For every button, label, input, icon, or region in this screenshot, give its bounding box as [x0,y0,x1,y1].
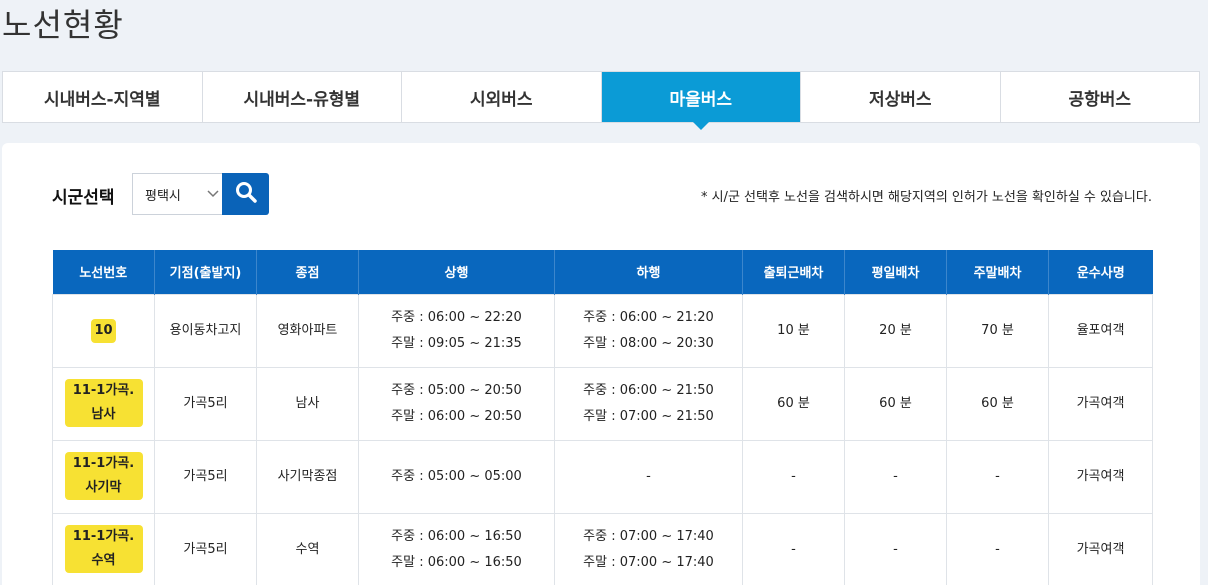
col-weekend-interval: 주말배차 [946,250,1049,294]
col-route-number: 노선번호 [52,250,155,294]
col-rush-interval: 출퇴근배차 [742,250,845,294]
end-cell: 남사 [256,366,359,441]
col-start: 기점(출발지) [154,250,257,294]
page-title: 노선현황 [2,6,124,44]
tab-city-bus-region[interactable]: 시내버스-지역별 [3,72,203,122]
route-number-badge[interactable]: 11-1가곡.수역 [64,525,143,573]
search-button[interactable] [222,173,269,215]
route-number-badge[interactable]: 11-1가곡.남사 [64,379,143,427]
table-row: 11-1가곡.사기막 가곡5리 사기막종점 주중 : 05:00 ~ 05:00… [52,439,1153,514]
rush-cell: - [742,439,845,514]
start-cell: 가곡5리 [154,512,257,585]
down-cell: 주중 : 06:00 ~ 21:20 주말 : 08:00 ~ 20:30 [554,293,743,368]
route-type-tabs: 시내버스-지역별 시내버스-유형별 시외버스 마을버스 저상버스 공항버스 [2,71,1200,123]
col-down: 하행 [554,250,743,294]
route-number-badge[interactable]: 10 [91,318,116,343]
tab-low-floor-bus[interactable]: 저상버스 [801,72,1001,122]
tab-city-bus-type[interactable]: 시내버스-유형별 [203,72,402,122]
company-cell: 율포여객 [1048,293,1153,368]
tab-airport-bus[interactable]: 공항버스 [1001,72,1200,122]
company-cell: 가곡여객 [1048,366,1153,441]
table-row: 11-1가곡.남사 가곡5리 남사 주중 : 05:00 ~ 20:50 주말 :… [52,366,1153,441]
tab-village-bus[interactable]: 마을버스 [601,72,801,122]
route-table: 노선번호 기점(출발지) 종점 상행 하행 출퇴근배차 평일배차 주말배차 운수… [52,250,1153,585]
weekend-cell: 70 분 [946,293,1049,368]
weekend-cell: 60 분 [946,366,1049,441]
search-icon [235,181,257,207]
up-cell: 주중 : 06:00 ~ 22:20 주말 : 09:05 ~ 21:35 [358,293,555,368]
region-filter-label: 시군선택 [52,188,115,208]
route-number-badge[interactable]: 11-1가곡.사기막 [64,452,143,500]
region-select-value: 평택시 [145,188,181,204]
tab-intercity-bus[interactable]: 시외버스 [402,72,602,122]
up-cell: 주중 : 05:00 ~ 05:00 [358,439,555,514]
weekday-cell: 20 분 [844,293,947,368]
table-row: 11-1가곡.수역 가곡5리 수역 주중 : 06:00 ~ 16:50 주말 :… [52,512,1153,585]
down-cell: 주중 : 07:00 ~ 17:40 주말 : 07:00 ~ 17:40 [554,512,743,585]
start-cell: 가곡5리 [154,439,257,514]
rush-cell: 60 분 [742,366,845,441]
chevron-down-icon [206,186,220,203]
weekday-cell: - [844,512,947,585]
start-cell: 가곡5리 [154,366,257,441]
col-end: 종점 [256,250,359,294]
weekend-cell: - [946,439,1049,514]
search-notice: * 시/군 선택후 노선을 검색하시면 해당지역의 인허가 노선을 확인하실 수… [700,190,1152,205]
down-cell: 주중 : 06:00 ~ 21:50 주말 : 07:00 ~ 21:50 [554,366,743,441]
company-cell: 가곡여객 [1048,512,1153,585]
start-cell: 용이동차고지 [154,293,257,368]
table-row: 10 용이동차고지 영화아파트 주중 : 06:00 ~ 22:20 주말 : 0… [52,293,1153,368]
up-cell: 주중 : 05:00 ~ 20:50 주말 : 06:00 ~ 20:50 [358,366,555,441]
rush-cell: - [742,512,845,585]
weekday-cell: - [844,439,947,514]
weekday-cell: 60 분 [844,366,947,441]
end-cell: 수역 [256,512,359,585]
col-company: 운수사명 [1048,250,1153,294]
end-cell: 영화아파트 [256,293,359,368]
rush-cell: 10 분 [742,293,845,368]
route-panel: 시군선택 평택시 * 시/군 선택후 노선을 검색하시면 해당지역의 인허가 노… [2,143,1200,585]
table-header-row: 노선번호 기점(출발지) 종점 상행 하행 출퇴근배차 평일배차 주말배차 운수… [52,250,1153,294]
up-cell: 주중 : 06:00 ~ 16:50 주말 : 06:00 ~ 16:50 [358,512,555,585]
company-cell: 가곡여객 [1048,439,1153,514]
region-select[interactable]: 평택시 [132,173,224,215]
down-cell: - [554,439,743,514]
end-cell: 사기막종점 [256,439,359,514]
weekend-cell: - [946,512,1049,585]
col-weekday-interval: 평일배차 [844,250,947,294]
col-up: 상행 [358,250,555,294]
